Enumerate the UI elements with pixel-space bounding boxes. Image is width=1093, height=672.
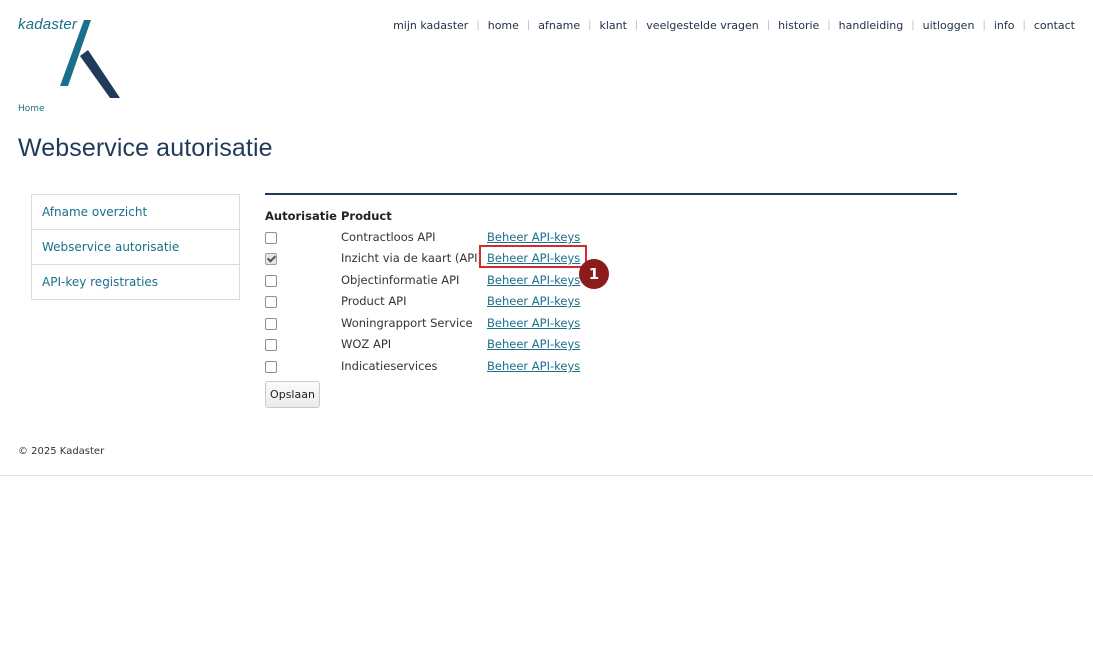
product-name: Indicatieservices	[341, 359, 438, 373]
table-row: WOZ API Beheer API-keys	[265, 337, 665, 357]
product-name: Product API	[341, 294, 407, 308]
top-navigation: mijn kadaster | home | afname | klant | …	[385, 19, 1075, 32]
page-title: Webservice autorisatie	[18, 134, 273, 162]
topnav-contact[interactable]: contact	[1026, 19, 1075, 32]
sidebar-item-api-key-registraties[interactable]: API-key registraties	[32, 265, 239, 299]
topnav-mijn-kadaster[interactable]: mijn kadaster	[385, 19, 476, 32]
topnav-klant[interactable]: klant	[591, 19, 634, 32]
table-row: Woningrapport Service Beheer API-keys	[265, 316, 665, 336]
topnav-info[interactable]: info	[986, 19, 1023, 32]
topnav-historie[interactable]: historie	[770, 19, 827, 32]
column-header-product: Product	[341, 209, 392, 223]
authorization-checkbox[interactable]	[265, 318, 277, 330]
footer-divider	[0, 475, 1093, 476]
save-button[interactable]: Opslaan	[265, 381, 320, 408]
product-name: Contractloos API	[341, 230, 436, 244]
authorization-checkbox[interactable]	[265, 361, 277, 373]
topnav-afname[interactable]: afname	[530, 19, 588, 32]
table-row: Indicatieservices Beheer API-keys	[265, 359, 665, 379]
authorization-checkbox[interactable]	[265, 339, 277, 351]
footer-copyright: © 2025 Kadaster	[18, 446, 105, 457]
column-header-autorisatie: Autorisatie	[265, 209, 337, 223]
authorization-checkbox[interactable]	[265, 296, 277, 308]
product-name: WOZ API	[341, 337, 392, 351]
sidebar-item-afname-overzicht[interactable]: Afname overzicht	[32, 195, 239, 230]
topnav-handleiding[interactable]: handleiding	[831, 19, 912, 32]
sidebar-item-webservice-autorisatie[interactable]: Webservice autorisatie	[32, 230, 239, 265]
product-name: Inzicht via de kaart (API)	[341, 251, 483, 265]
topnav-veelgestelde-vragen[interactable]: veelgestelde vragen	[638, 19, 766, 32]
table-row: Product API Beheer API-keys	[265, 294, 665, 314]
authorization-checkbox[interactable]	[265, 275, 277, 287]
product-name: Woningrapport Service	[341, 316, 473, 330]
kadaster-k-mark-icon	[60, 20, 120, 98]
kadaster-logo[interactable]: kadaster	[18, 16, 128, 100]
highlight-box	[479, 245, 587, 268]
manage-api-keys-link[interactable]: Beheer API-keys	[487, 316, 580, 330]
product-name: Objectinformatie API	[341, 273, 460, 287]
manage-api-keys-link[interactable]: Beheer API-keys	[487, 294, 580, 308]
table-row: Contractloos API Beheer API-keys	[265, 230, 665, 250]
content-divider	[265, 193, 957, 195]
step-number-badge: 1	[579, 259, 609, 289]
manage-api-keys-link[interactable]: Beheer API-keys	[487, 359, 580, 373]
manage-api-keys-link[interactable]: Beheer API-keys	[487, 273, 580, 287]
authorization-checkbox[interactable]	[265, 232, 277, 244]
breadcrumb-home[interactable]: Home	[18, 104, 45, 114]
sidebar-navigation: Afname overzicht Webservice autorisatie …	[31, 194, 240, 300]
topnav-uitloggen[interactable]: uitloggen	[915, 19, 983, 32]
manage-api-keys-link[interactable]: Beheer API-keys	[487, 337, 580, 351]
topnav-home[interactable]: home	[480, 19, 527, 32]
authorization-checkbox-checked[interactable]	[265, 253, 277, 265]
manage-api-keys-link[interactable]: Beheer API-keys	[487, 230, 580, 244]
